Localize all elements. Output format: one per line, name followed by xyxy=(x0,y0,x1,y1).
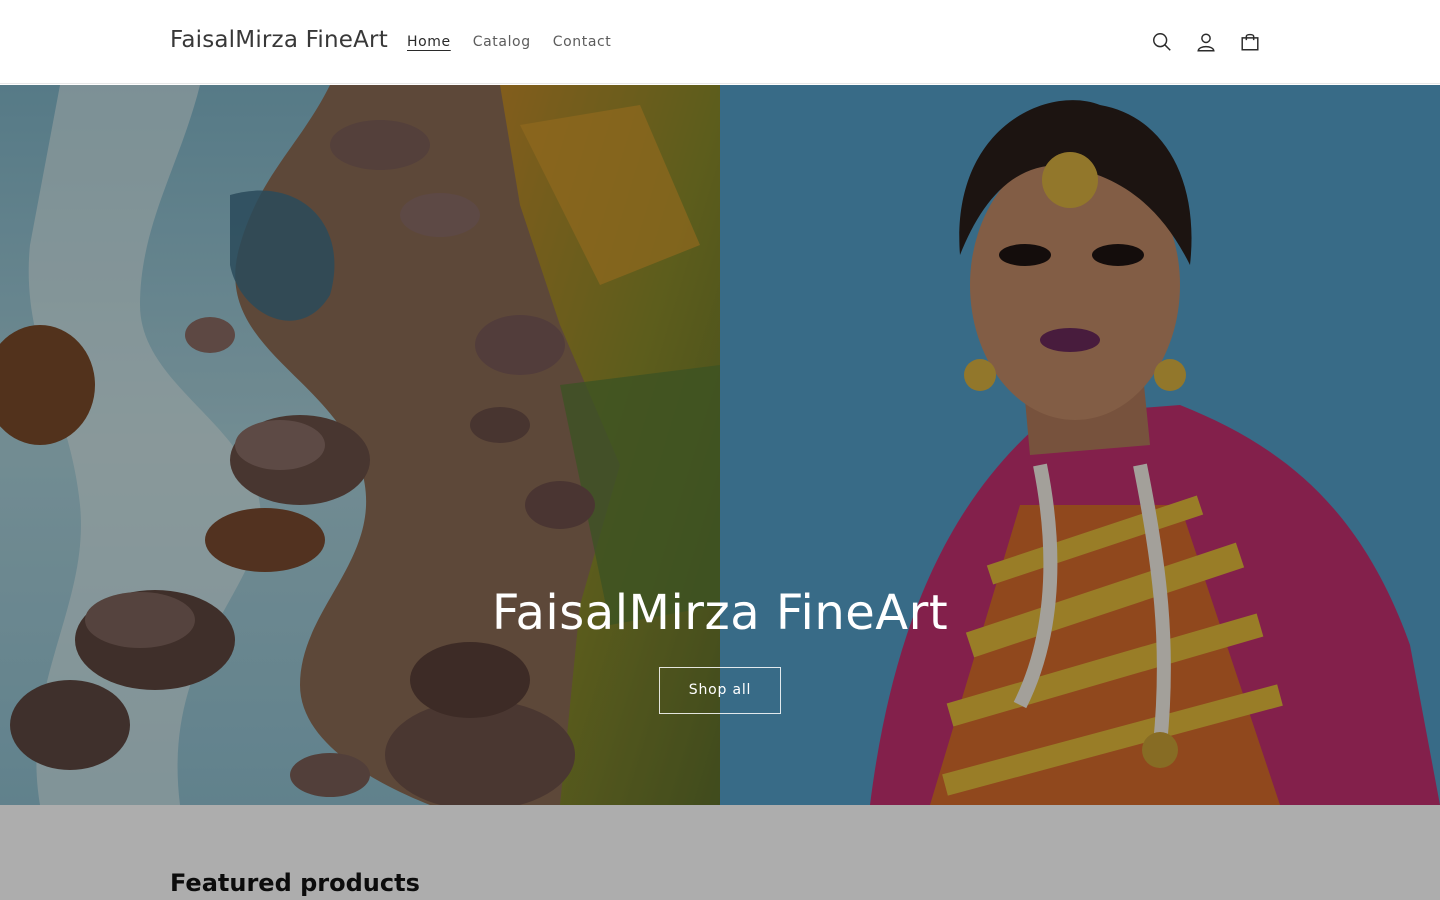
nav-catalog[interactable]: Catalog xyxy=(462,31,542,53)
search-button[interactable] xyxy=(1140,20,1184,64)
account-button[interactable] xyxy=(1184,20,1228,64)
account-icon xyxy=(1197,33,1215,52)
hero-content: FaisalMirza FineArt Shop all xyxy=(0,585,1440,714)
main-nav: Home Catalog Contact xyxy=(396,31,622,53)
site-header: FaisalMirza FineArt Home Catalog Contact xyxy=(0,0,1440,84)
site-logo[interactable]: FaisalMirza FineArt xyxy=(170,27,388,53)
featured-products-section: Featured products xyxy=(0,805,1440,900)
nav-contact[interactable]: Contact xyxy=(542,31,623,53)
hero-banner: FaisalMirza FineArt Shop all xyxy=(0,85,1440,805)
cart-button[interactable] xyxy=(1228,20,1272,64)
shop-all-button[interactable]: Shop all xyxy=(659,667,781,714)
nav-home[interactable]: Home xyxy=(396,31,462,53)
cart-icon xyxy=(1241,33,1259,51)
header-icons xyxy=(1140,20,1272,64)
hero-title: FaisalMirza FineArt xyxy=(491,585,949,641)
featured-products-title: Featured products xyxy=(170,869,420,897)
search-icon xyxy=(1153,33,1171,51)
